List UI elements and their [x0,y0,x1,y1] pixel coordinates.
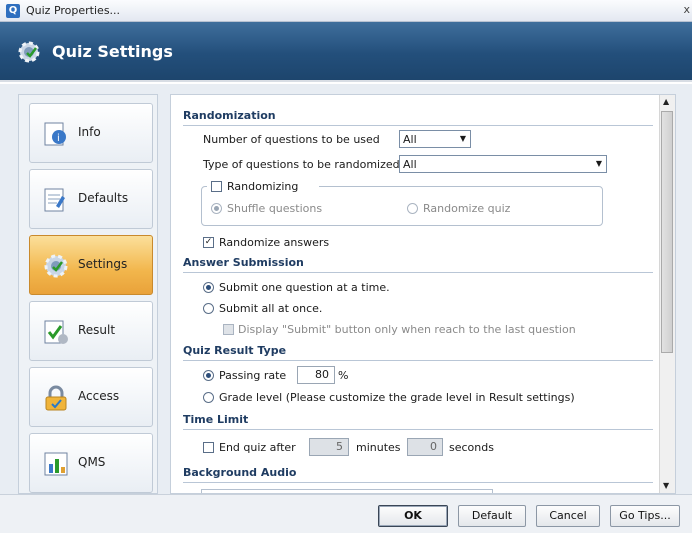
svg-text:i: i [57,133,60,144]
question-type-label: Type of questions to be randomized [203,158,400,171]
randomize-answers-checkbox[interactable]: ✓ [203,237,214,248]
chevron-down-icon: ▼ [595,159,602,168]
num-questions-label: Number of questions to be used [203,133,380,146]
display-submit-checkbox[interactable] [223,324,234,335]
default-button[interactable]: Default [458,505,526,527]
scroll-down-icon[interactable]: ▼ [663,481,669,490]
close-icon[interactable]: x [683,3,690,16]
shuffle-questions-radio[interactable] [211,203,222,214]
go-tips-button[interactable]: Go Tips... [610,505,680,527]
section-divider [183,125,653,126]
randomize-answers-label: Randomize answers [219,236,330,249]
randomize-quiz-radio[interactable] [407,203,418,214]
header-banner: Quiz Settings [0,22,692,82]
shuffle-questions-label: Shuffle questions [227,202,323,215]
sidebar-item-defaults[interactable]: Defaults [29,169,153,229]
sidebar-item-label: Defaults [78,191,129,205]
passing-rate-label: Passing rate [219,369,287,382]
randomizing-checkbox[interactable] [211,181,222,192]
header-title: Quiz Settings [52,42,173,61]
sidebar-item-settings[interactable]: Settings [29,235,153,295]
ok-button[interactable]: OK [378,505,448,527]
vertical-scrollbar[interactable]: ▲ ▼ [659,95,675,493]
num-questions-value: All [403,133,417,146]
passing-rate-input[interactable]: 80 [297,366,335,384]
section-heading-answer-submission: Answer Submission [183,256,304,269]
result-icon [44,320,68,344]
section-divider [183,482,653,483]
sidebar-item-label: Settings [78,257,128,271]
minutes-input[interactable]: 5 [309,438,349,456]
body-area: i Info Defaults Settings Result Access Q… [0,84,692,494]
sidebar-item-label: Info [78,125,101,139]
cancel-button[interactable]: Cancel [536,505,600,527]
randomize-quiz-label: Randomize quiz [423,202,511,215]
section-divider [183,272,653,273]
submit-all-radio[interactable] [203,303,214,314]
section-heading-time-limit: Time Limit [183,413,249,426]
sidebar-item-label: QMS [78,455,106,469]
num-questions-select[interactable]: All ▼ [399,130,471,148]
grade-level-radio[interactable] [203,392,214,403]
submit-one-radio[interactable] [203,282,214,293]
sidebar-item-label: Access [78,389,120,403]
minutes-label: minutes [356,441,401,454]
qms-chart-icon [44,452,68,476]
sidebar: i Info Defaults Settings Result Access Q… [18,94,158,494]
info-icon: i [44,122,66,146]
scrollbar-thumb[interactable] [661,111,673,353]
section-divider [183,360,653,361]
randomizing-label: Randomizing [227,180,299,193]
sidebar-item-result[interactable]: Result [29,301,153,361]
question-type-select[interactable]: All ▼ [399,155,607,173]
settings-gear-icon [44,254,68,278]
section-heading-background-audio: Background Audio [183,466,297,479]
gear-icon [18,41,40,63]
grade-level-label: Grade level (Please customize the grade … [219,391,575,404]
end-quiz-label: End quiz after [219,441,296,454]
percent-label: % [338,369,349,382]
title-bar: Q Quiz Properties... x [0,0,692,22]
defaults-icon [44,188,65,212]
seconds-input[interactable]: 0 [407,438,443,456]
scroll-up-icon[interactable]: ▲ [663,97,669,106]
sidebar-item-access[interactable]: Access [29,367,153,427]
submit-one-label: Submit one question at a time. [219,281,390,294]
submit-all-label: Submit all at once. [219,302,323,315]
display-submit-label: Display "Submit" button only when reach … [238,323,576,336]
sidebar-item-label: Result [78,323,116,337]
question-type-value: All [403,158,417,171]
settings-panel: Randomization Number of questions to be … [170,94,676,494]
window-title: Quiz Properties... [26,4,121,17]
section-heading-quiz-result: Quiz Result Type [183,344,287,357]
sidebar-item-info[interactable]: i Info [29,103,153,163]
sidebar-item-qms[interactable]: QMS [29,433,153,493]
section-divider [183,429,653,430]
passing-rate-radio[interactable] [203,370,214,381]
section-heading-randomization: Randomization [183,109,276,122]
button-bar: OK Default Cancel Go Tips... [0,494,692,533]
end-quiz-checkbox[interactable] [203,442,214,453]
chevron-down-icon: ▼ [459,134,466,143]
lock-icon [45,385,67,411]
app-icon: Q [6,4,20,18]
seconds-label: seconds [449,441,494,454]
